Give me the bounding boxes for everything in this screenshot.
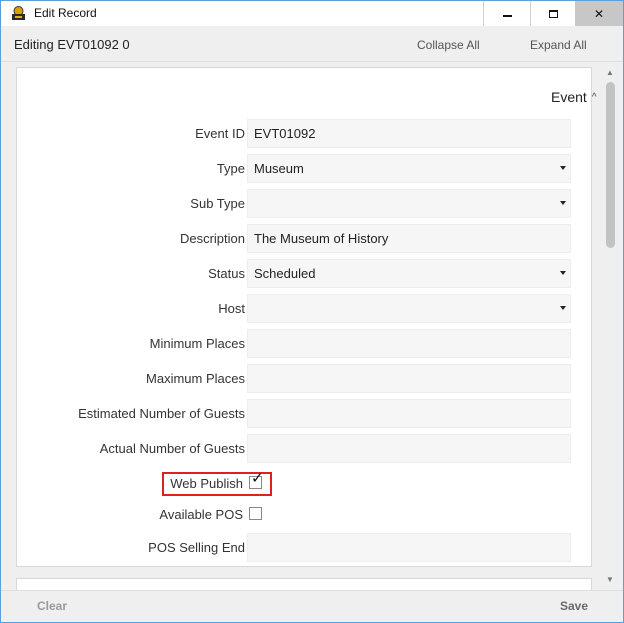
edit-record-window: Edit Record ✕ Editing EVT01092 0 Collaps… bbox=[0, 0, 624, 623]
maximize-icon bbox=[548, 9, 558, 18]
scroll-up-icon[interactable]: ▲ bbox=[606, 68, 614, 77]
maximum-places-row: Maximum Places bbox=[17, 364, 593, 393]
section-title: Event bbox=[551, 89, 587, 105]
scroll-thumb[interactable] bbox=[606, 82, 615, 248]
host-label: Host bbox=[218, 301, 245, 316]
type-value: Museum bbox=[254, 161, 304, 176]
actual-guests-field[interactable] bbox=[247, 434, 571, 463]
sub-type-row: Sub Type bbox=[17, 189, 593, 218]
available-pos-row: Available POS bbox=[17, 504, 593, 526]
clear-button[interactable]: Clear bbox=[37, 599, 67, 613]
title-bar[interactable]: Edit Record ✕ bbox=[1, 1, 623, 26]
vertical-scrollbar[interactable]: ▲ ▼ bbox=[603, 68, 619, 588]
next-section-panel bbox=[16, 578, 592, 590]
minimum-places-row: Minimum Places bbox=[17, 329, 593, 358]
minimize-icon bbox=[502, 14, 512, 17]
dropdown-arrow-icon bbox=[560, 306, 566, 310]
status-label: Status bbox=[208, 266, 245, 281]
event-section-panel: Event ^ Event ID EVT01092 Type Museum Su… bbox=[16, 67, 597, 567]
toolbar: Editing EVT01092 0 Collapse All Expand A… bbox=[1, 26, 623, 62]
maximize-button[interactable] bbox=[530, 1, 575, 26]
dropdown-arrow-icon bbox=[560, 201, 566, 205]
maximum-places-label: Maximum Places bbox=[146, 371, 245, 386]
actual-guests-label: Actual Number of Guests bbox=[99, 441, 245, 456]
pos-selling-end-field[interactable] bbox=[247, 533, 571, 562]
pos-selling-end-row: POS Selling End bbox=[17, 533, 593, 562]
available-pos-checkbox[interactable] bbox=[249, 507, 262, 520]
dropdown-arrow-icon bbox=[560, 271, 566, 275]
form-content: Event ^ Event ID EVT01092 Type Museum Su… bbox=[1, 62, 623, 590]
close-button[interactable]: ✕ bbox=[575, 1, 623, 26]
pos-selling-end-label: POS Selling End bbox=[148, 540, 245, 555]
scroll-down-icon[interactable]: ▼ bbox=[606, 575, 614, 584]
web-publish-row: Web Publish ✓ bbox=[17, 471, 593, 496]
minimum-places-field[interactable] bbox=[247, 329, 571, 358]
description-row: Description The Museum of History bbox=[17, 224, 593, 253]
maximum-places-field[interactable] bbox=[247, 364, 571, 393]
actual-guests-row: Actual Number of Guests bbox=[17, 434, 593, 463]
checkmark-icon: ✓ bbox=[251, 470, 264, 487]
estimated-guests-field[interactable] bbox=[247, 399, 571, 428]
description-label: Description bbox=[179, 231, 245, 246]
host-row: Host bbox=[17, 294, 593, 323]
web-publish-label: Web Publish bbox=[170, 476, 243, 491]
event-id-label: Event ID bbox=[195, 126, 245, 141]
chevron-up-icon: ^ bbox=[591, 91, 597, 103]
minimum-places-label: Minimum Places bbox=[149, 336, 245, 351]
status-value: Scheduled bbox=[254, 266, 316, 281]
close-icon: ✕ bbox=[593, 6, 605, 21]
editing-title: Editing EVT01092 0 bbox=[14, 37, 130, 52]
type-row: Type Museum bbox=[17, 154, 593, 183]
type-dropdown[interactable]: Museum bbox=[247, 154, 571, 183]
web-publish-checkbox[interactable]: ✓ bbox=[249, 471, 264, 489]
window-title: Edit Record bbox=[34, 6, 97, 20]
footer-bar: Clear Save bbox=[1, 590, 623, 622]
available-pos-label: Available POS bbox=[159, 507, 243, 522]
status-row: Status Scheduled bbox=[17, 259, 593, 288]
estimated-guests-row: Estimated Number of Guests bbox=[17, 399, 593, 428]
collapse-all-button[interactable]: Collapse All bbox=[417, 38, 480, 52]
host-dropdown[interactable] bbox=[247, 294, 571, 323]
sub-type-dropdown[interactable] bbox=[247, 189, 571, 218]
dropdown-arrow-icon bbox=[560, 166, 566, 170]
app-icon bbox=[12, 6, 25, 20]
estimated-guests-label: Estimated Number of Guests bbox=[78, 406, 245, 421]
expand-all-button[interactable]: Expand All bbox=[530, 38, 587, 52]
event-id-field[interactable]: EVT01092 bbox=[247, 119, 571, 148]
sub-type-label: Sub Type bbox=[190, 196, 245, 211]
event-id-row: Event ID EVT01092 bbox=[17, 119, 593, 148]
event-section-toggle[interactable]: Event ^ bbox=[551, 89, 597, 105]
type-label: Type bbox=[216, 161, 245, 176]
save-button[interactable]: Save bbox=[560, 599, 588, 613]
description-field[interactable]: The Museum of History bbox=[247, 224, 571, 253]
minimize-button[interactable] bbox=[483, 1, 530, 26]
status-dropdown[interactable]: Scheduled bbox=[247, 259, 571, 288]
